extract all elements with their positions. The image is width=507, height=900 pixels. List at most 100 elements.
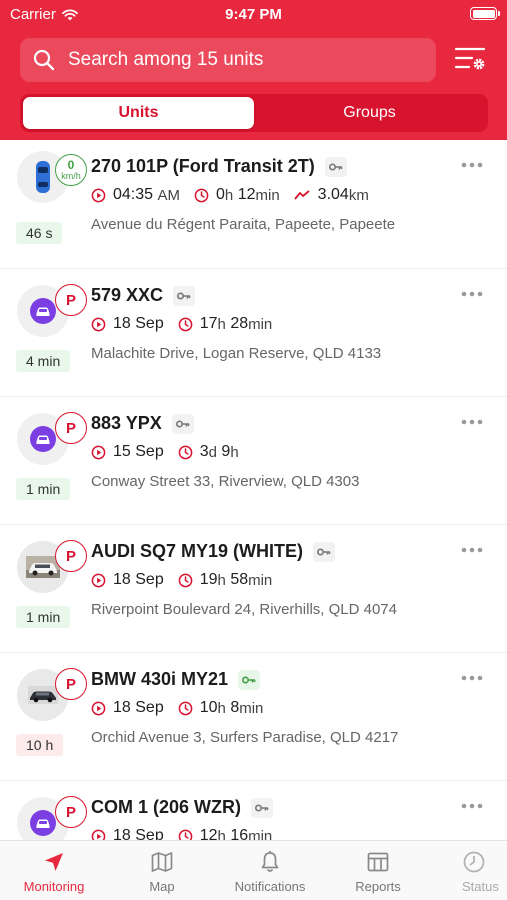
unit-name-text: COM 1 (206 WZR) (91, 797, 242, 817)
search-bar[interactable] (20, 38, 436, 82)
clock-icon (178, 829, 193, 840)
last-update-badge: 1 min (16, 606, 71, 628)
status-clock-icon (463, 851, 485, 873)
unit-address: Avenue du Régent Paraita, Papeete, Papee… (91, 216, 396, 233)
gear-icon (473, 58, 485, 70)
last-event-date: 18 Sep (113, 571, 164, 588)
unit-row[interactable]: P COM 1 (206 WZR) 18 Sep 12 h 16 min (0, 781, 507, 840)
duration-first-value: 17 (199, 315, 218, 332)
parking-badge-label: P (65, 419, 76, 437)
parking-badge: P (55, 412, 87, 444)
car-front-icon (30, 298, 56, 324)
duration-second-value: 16 (230, 827, 249, 840)
last-update-badge: 4 min (16, 350, 71, 372)
unit-name: 270 101P (Ford Transit 2T) (91, 156, 347, 177)
clock-icon (178, 445, 193, 459)
unit-name: BMW 430i MY21 (91, 669, 261, 690)
tab-reports[interactable]: Reports (324, 841, 432, 900)
more-options-icon[interactable] (461, 803, 483, 809)
clock-icon (178, 701, 193, 715)
duration-second-unit: min (248, 571, 273, 589)
last-event-date: 18 Sep (113, 699, 164, 716)
play-circle-icon (91, 573, 106, 587)
speed-badge: 0 km/h (55, 154, 87, 186)
trend-line-icon (293, 190, 310, 200)
unit-name-text: AUDI SQ7 MY19 (WHITE) (91, 541, 304, 561)
tab-monitoring-label: Monitoring (23, 879, 85, 894)
ignition-key-icon (173, 285, 196, 306)
unit-row[interactable]: P 10 h BMW 430i MY21 18 Sep 10 h 8 min Orc… (0, 653, 507, 781)
unit-meta: 18 Sep 19 h 58 min (91, 571, 286, 589)
duration-second-value: 9 (221, 443, 231, 460)
more-options-icon[interactable] (461, 162, 483, 168)
bottom-tab-bar: Monitoring Map Notifications Reports Sta… (0, 840, 507, 900)
app-header: Carrier 9:47 PM Units Groups (0, 0, 507, 140)
unit-address: Orchid Avenue 3, Surfers Paradise, QLD 4… (91, 729, 399, 746)
clock: 9:47 PM (225, 6, 282, 23)
trip-distance: 3.04 (317, 186, 349, 203)
play-circle-icon (91, 188, 106, 202)
more-options-icon[interactable] (461, 291, 483, 297)
ignition-key-icon (251, 797, 274, 818)
unit-meta: 15 Sep 3d 9h (91, 443, 253, 461)
duration-first-unit: h (224, 186, 234, 204)
search-input[interactable] (68, 49, 428, 71)
tab-groups[interactable]: Groups (254, 97, 485, 129)
clock-icon (178, 317, 193, 331)
parking-badge: P (55, 796, 87, 828)
parking-badge: P (55, 668, 87, 700)
tab-monitoring[interactable]: Monitoring (0, 841, 108, 900)
ignition-key-icon (171, 413, 194, 434)
duration-second-value: 58 (230, 571, 249, 588)
speed-value: 0 (67, 157, 75, 172)
duration-first-unit: h (217, 571, 226, 589)
unit-meta: 18 Sep 10 h 8 min (91, 699, 277, 717)
unit-name: 883 YPX (91, 413, 194, 434)
more-options-icon[interactable] (461, 675, 483, 681)
list-settings-button[interactable] (454, 44, 490, 76)
unit-meta: 18 Sep 17 h 28 min (91, 315, 286, 333)
clock-icon (178, 573, 193, 587)
unit-row[interactable]: P 1 min AUDI SQ7 MY19 (WHITE) 18 Sep 19 h… (0, 525, 507, 653)
unit-meta: 18 Sep 12 h 16 min (91, 827, 286, 840)
unit-row[interactable]: P 1 min 883 YPX 15 Sep 3d 9h Conway Stre… (0, 397, 507, 525)
last-event-date: 18 Sep (113, 827, 164, 840)
unit-address: Malachite Drive, Logan Reserve, QLD 4133 (91, 345, 382, 362)
unit-name: AUDI SQ7 MY19 (WHITE) (91, 541, 336, 562)
more-options-icon[interactable] (461, 547, 483, 553)
parking-badge: P (55, 284, 87, 316)
tab-reports-label: Reports (355, 879, 401, 894)
duration-second-value: 12 (237, 186, 256, 203)
play-circle-icon (91, 829, 106, 840)
unit-address: Riverpoint Boulevard 24, Riverhills, QLD… (91, 601, 397, 618)
unit-row[interactable]: P 4 min 579 XXC 18 Sep 17 h 28 min Malachi… (0, 269, 507, 397)
reports-icon (367, 852, 389, 872)
unit-name-text: 579 XXC (91, 285, 164, 305)
unit-meta: 04:35 AM 0h 12 min 3.04 km (91, 186, 383, 204)
navigation-arrow-icon (45, 853, 63, 871)
tab-notifications-label: Notifications (234, 879, 306, 894)
unit-address: Conway Street 33, Riverview, QLD 4303 (91, 473, 360, 490)
last-update-badge: 46 s (16, 222, 63, 244)
duration-second-unit: h (230, 443, 239, 461)
search-icon (33, 49, 55, 71)
duration-first-unit: d (208, 443, 217, 461)
play-circle-icon (91, 317, 106, 331)
ignition-key-icon (324, 156, 347, 177)
unit-list: 0 km/h 46 s 270 101P (Ford Transit 2T) 0… (0, 140, 507, 840)
duration-first-unit: h (217, 315, 226, 333)
tab-status-label: Status (462, 879, 499, 894)
tab-units[interactable]: Units (23, 97, 254, 129)
tab-status[interactable]: Status (432, 841, 507, 900)
tab-map[interactable]: Map (108, 841, 216, 900)
car-front-icon (30, 426, 56, 452)
units-groups-segmented-control: Units Groups (20, 94, 488, 132)
ignition-key-on-icon (238, 669, 261, 690)
tab-notifications[interactable]: Notifications (216, 841, 324, 900)
status-bar: Carrier 9:47 PM (0, 0, 507, 28)
more-options-icon[interactable] (461, 419, 483, 425)
unit-name-text: 270 101P (Ford Transit 2T) (91, 156, 315, 176)
duration-first-unit: h (217, 827, 226, 841)
car-front-icon (30, 810, 56, 836)
unit-row[interactable]: 0 km/h 46 s 270 101P (Ford Transit 2T) 0… (0, 140, 507, 269)
